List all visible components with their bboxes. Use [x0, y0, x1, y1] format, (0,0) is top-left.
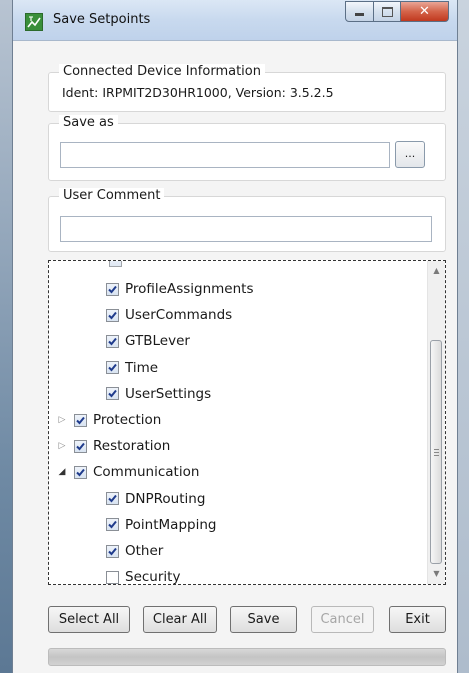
minimize-button[interactable]	[345, 1, 374, 22]
tree-item[interactable]: DNPRouting	[106, 487, 205, 511]
tree-item-checkbox[interactable]	[74, 413, 87, 427]
tree-item-partial	[109, 261, 128, 272]
tree-item[interactable]: ProfileAssignments	[106, 277, 254, 301]
collapsed-arrow-icon[interactable]: ▷	[56, 415, 68, 425]
tree-item-checkbox[interactable]	[106, 492, 119, 506]
tree-item[interactable]: GTBLever	[106, 329, 190, 353]
tree-item-checkbox[interactable]	[106, 361, 119, 375]
user-comment-legend: User Comment	[59, 188, 165, 203]
tree-item[interactable]: Security	[106, 565, 181, 585]
collapsed-arrow-icon[interactable]: ▷	[56, 441, 68, 451]
tree-scrollbar[interactable]: ▲ ▼	[427, 261, 445, 584]
save-as-path-input[interactable]	[60, 142, 390, 168]
setpoints-tree[interactable]: ProfileAssignments UserCommands GTBLever Ti…	[48, 260, 446, 585]
tree-item[interactable]: Time	[106, 356, 158, 380]
tree-item-checkbox[interactable]	[106, 334, 119, 348]
user-comment-input[interactable]	[60, 216, 432, 242]
checkbox	[109, 261, 122, 267]
tree-item-label: PointMapping	[125, 516, 217, 533]
device-info-legend: Connected Device Information	[59, 64, 265, 79]
window-title: Save Setpoints	[53, 12, 151, 27]
maximize-button[interactable]	[374, 1, 401, 22]
tree-item-label: GTBLever	[125, 333, 190, 350]
select-all-button[interactable]: Select All	[48, 606, 130, 633]
close-button[interactable]: ✕	[401, 1, 449, 22]
save-progress-bar	[48, 648, 446, 666]
tree-item-checkbox[interactable]	[106, 518, 119, 532]
tree-item-checkbox[interactable]	[106, 570, 119, 584]
tree-item-checkbox[interactable]	[106, 282, 119, 296]
tree-item[interactable]: UserSettings	[106, 382, 211, 406]
tree-item-label: Time	[125, 359, 159, 376]
tree-item-label: DNPRouting	[125, 490, 206, 507]
browse-button[interactable]: ...	[395, 141, 425, 168]
scroll-thumb[interactable]	[430, 340, 442, 564]
expanded-arrow-icon[interactable]: ◢	[56, 467, 68, 477]
tree-item-checkbox[interactable]	[106, 387, 119, 401]
save-as-legend: Save as	[59, 115, 118, 130]
tree-item[interactable]: ◢ Communication	[56, 460, 200, 484]
scroll-up-arrow-icon[interactable]: ▲	[428, 263, 445, 279]
tree-item-label: UserCommands	[125, 307, 233, 324]
maximize-icon	[381, 6, 393, 17]
dialog-content: Connected Device Information Ident: IRPM…	[13, 41, 457, 673]
save-setpoints-window: Save Setpoints ✕ Connected Device Inform…	[12, 0, 458, 673]
device-info-group: Connected Device Information Ident: IRPM…	[48, 64, 446, 112]
tree-item-label: Security	[125, 569, 181, 585]
clear-all-button[interactable]: Clear All	[143, 606, 217, 633]
tree-item-label: Protection	[93, 412, 162, 428]
tree-item[interactable]: PointMapping	[106, 513, 216, 537]
tree-item-checkbox[interactable]	[106, 308, 119, 322]
tree-item-label: Communication	[93, 464, 200, 481]
tree-item-label: ProfileAssignments	[125, 281, 254, 297]
window-controls: ✕	[345, 1, 449, 23]
tree-item[interactable]: ▷ Restoration	[56, 434, 171, 458]
tree-item-label: UserSettings	[125, 385, 212, 402]
tree-item-checkbox[interactable]	[74, 439, 87, 453]
app-icon	[25, 13, 43, 31]
tree-item-checkbox[interactable]	[74, 465, 87, 479]
cancel-button: Cancel	[311, 606, 374, 633]
close-icon: ✕	[419, 4, 430, 19]
desktop-background-right	[458, 0, 469, 673]
save-button[interactable]: Save	[230, 606, 297, 633]
scroll-down-arrow-icon[interactable]: ▼	[428, 566, 445, 582]
title-bar[interactable]: Save Setpoints ✕	[13, 0, 457, 41]
exit-button[interactable]: Exit	[389, 606, 446, 633]
tree-item[interactable]: ▷ Protection	[56, 408, 162, 432]
desktop-background-left	[0, 0, 12, 673]
minimize-icon	[355, 13, 364, 16]
tree-item-checkbox[interactable]	[106, 544, 119, 558]
tree-item[interactable]: Other	[106, 539, 163, 563]
tree-item[interactable]: UserCommands	[106, 303, 232, 327]
tree-item-label: Other	[125, 543, 164, 559]
tree-item-label: Restoration	[93, 438, 171, 455]
device-ident-text: Ident: IRPMIT2D30HR1000, Version: 3.5.2.…	[62, 85, 334, 100]
